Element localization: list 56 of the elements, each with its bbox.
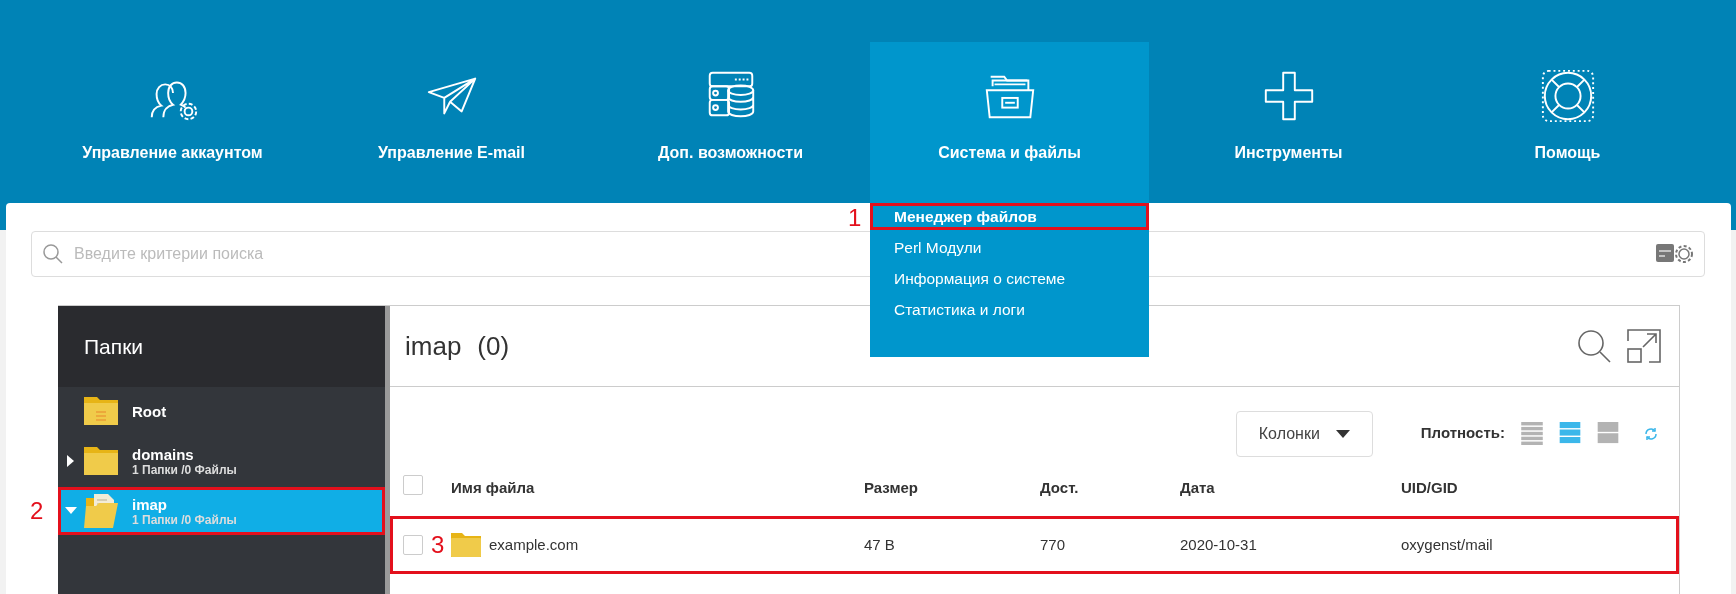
- nav-tab[interactable]: Помощь: [1428, 42, 1707, 203]
- folder-name: Root: [132, 402, 167, 420]
- menu-item[interactable]: Статистика и логи: [870, 296, 1149, 323]
- nav-tab[interactable]: Управление E-mail: [312, 42, 591, 203]
- table-cell: 47 B: [864, 535, 895, 553]
- folder-name: domains: [132, 445, 195, 463]
- expand-icon[interactable]: [1627, 329, 1661, 363]
- nav-label: Система и файлы: [938, 143, 1081, 163]
- columns-dropdown[interactable]: Колонки: [1235, 410, 1373, 457]
- callout-number: 3: [431, 533, 445, 557]
- open-folder-icon: [84, 494, 118, 528]
- refresh-icon[interactable]: [1643, 425, 1659, 442]
- file-name[interactable]: example.com: [489, 533, 579, 557]
- nav-tab[interactable]: Доп. возможности: [591, 42, 870, 203]
- folder-icon: [84, 447, 118, 475]
- table-row[interactable]: 3 example.com 47 B 770 2020-10-31 oxygenst/mail: [390, 516, 1679, 574]
- nav-label: Помощь: [1534, 143, 1601, 163]
- caret-down-icon[interactable]: [65, 507, 77, 515]
- select-all-checkbox[interactable]: [403, 474, 423, 495]
- folder-title: imap: [405, 329, 462, 363]
- callout-number: 1: [848, 206, 862, 230]
- column-header[interactable]: Имя файла: [451, 478, 535, 496]
- item-count: (0): [477, 329, 510, 363]
- nav-label: Инструменты: [1234, 143, 1343, 163]
- density-comfortable-icon[interactable]: [1597, 421, 1619, 445]
- nav-tab[interactable]: Инструменты: [1149, 42, 1428, 203]
- density-compact-icon[interactable]: [1521, 421, 1543, 446]
- column-header[interactable]: Дост.: [1040, 478, 1079, 496]
- callout-number: 2: [30, 499, 44, 523]
- folder-info: 1 Папки /0 Файлы: [132, 462, 237, 477]
- caret-right-icon[interactable]: [67, 455, 75, 467]
- nav-tab[interactable]: Управление аккаунтом: [33, 42, 312, 203]
- folder-item[interactable]: domains 1 Папки /0 Файлы: [58, 437, 385, 485]
- column-header[interactable]: UID/GID: [1401, 478, 1458, 496]
- nav-label: Доп. возможности: [658, 143, 803, 163]
- search-icon: [42, 243, 64, 265]
- folder-info: 1 Папки /0 Файлы: [132, 512, 237, 527]
- nav-label: Управление аккаунтом: [82, 143, 263, 163]
- table-cell: 2020-10-31: [1180, 535, 1257, 553]
- density-label: Плотность:: [1420, 423, 1505, 444]
- density-normal-icon[interactable]: [1559, 421, 1581, 445]
- folder-name: imap: [132, 495, 168, 513]
- folder-icon: [84, 397, 118, 425]
- folder-icon: [451, 533, 481, 557]
- row-checkbox[interactable]: [403, 535, 423, 555]
- search-icon[interactable]: [1577, 329, 1611, 363]
- column-header[interactable]: Дата: [1180, 478, 1215, 496]
- table-cell: oxygenst/mail: [1401, 535, 1493, 553]
- folder-item[interactable]: Root: [58, 387, 385, 435]
- nav-label: Управление E-mail: [378, 143, 525, 163]
- caret-icon: [1335, 429, 1350, 438]
- table-cell: 770: [1040, 535, 1066, 553]
- column-header[interactable]: Размер: [864, 478, 919, 496]
- menu-item[interactable]: Менеджер файлов: [870, 203, 1149, 230]
- sidebar-title: Папки: [84, 335, 144, 358]
- nav-tab[interactable]: Система и файлы: [870, 42, 1149, 203]
